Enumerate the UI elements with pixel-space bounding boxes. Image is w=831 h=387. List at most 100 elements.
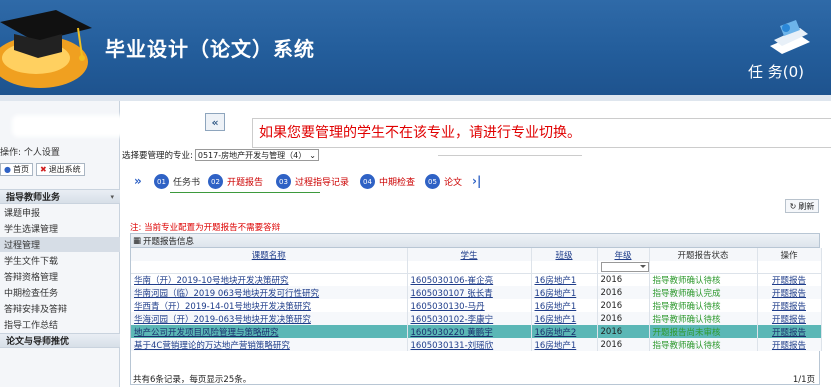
app-title: 毕业设计（论文）系统 [105, 37, 315, 61]
refresh-button[interactable]: ↻ 刷新 [785, 199, 819, 213]
step-number: 01 [154, 174, 169, 189]
home-button[interactable]: ● 首页 [0, 163, 33, 176]
table-row[interactable]: 华海河园（开）2019-063号地块开发决策研究 1605030102-李康宁 16… [131, 312, 822, 325]
proposal-action-link[interactable]: 开题报告 [757, 286, 822, 299]
step-guidance-record[interactable]: 03 过程指导记录 [276, 174, 349, 189]
refresh-label: 刷新 [798, 201, 815, 211]
refresh-icon: ↻ [789, 201, 797, 211]
major-select-value: 0517-房地产开发与管理（4） [197, 150, 307, 160]
sidebar-group-label: 论文与导师推优 [6, 337, 70, 347]
step-number: 03 [276, 174, 291, 189]
grade-filter-select[interactable] [600, 261, 648, 272]
topic-title-link[interactable]: 基于4C营销理论的万达地产营销策略研究 [131, 338, 408, 351]
proposal-action-link[interactable]: 开题报告 [757, 299, 822, 312]
sidebar-item-midterm[interactable]: 中期检查任务 [0, 285, 120, 300]
step-label: 过程指导记录 [295, 178, 350, 188]
logout-button[interactable]: ✖ 退出系统 [35, 163, 85, 176]
class-cell[interactable]: 16房地产1 [531, 312, 598, 325]
home-button-label: 首页 [12, 165, 29, 174]
class-cell[interactable]: 16房地产1 [531, 299, 598, 312]
grade-cell: 2016 [597, 325, 650, 338]
step-label: 任务书 [173, 178, 201, 188]
chevron-down-icon: ▾ [110, 192, 114, 201]
redacted-area [12, 115, 147, 137]
student-link[interactable]: 1605030131-刘瑶欣 [407, 338, 532, 351]
step-thesis[interactable]: 05 论文 [425, 174, 462, 189]
notebook-icon [770, 20, 810, 54]
topic-title-link[interactable]: 华南（开）2019-10号地块开发决策研究 [131, 273, 408, 286]
class-cell[interactable]: 16房地产1 [531, 273, 598, 286]
panel-header: ▦ 开题报告信息 [131, 234, 819, 248]
student-link[interactable]: 1605030102-李康宁 [407, 312, 532, 325]
step-label: 开题报告 [227, 178, 264, 188]
student-link[interactable]: 1605030107 张长青 [407, 286, 532, 299]
page-indicator: 1/1页 [792, 375, 815, 385]
step-label: 中期检查 [379, 178, 416, 188]
sidebar-item-summary[interactable]: 指导工作总结 [0, 317, 120, 332]
column-header-status: 开题报告状态 [649, 248, 758, 261]
proposal-action-link[interactable]: 开题报告 [757, 338, 822, 351]
status-cell: 指导教师确认完成 [649, 286, 758, 299]
table-row[interactable]: 地产公司开发项目风险管理与策略研究 1605030220 黄鹏宇 16房地产2 201… [131, 325, 822, 338]
step-number: 04 [360, 174, 375, 189]
sidebar-item-student-selection[interactable]: 学生选课管理 [0, 221, 120, 236]
panel-footer: 共有6条记录，每页显示25条。 1/1页 [131, 373, 819, 385]
class-cell[interactable]: 16房地产1 [531, 286, 598, 299]
notice-text: 如果您要管理的学生不在该专业，请进行专业切换。 [259, 125, 581, 141]
step-label: 论文 [444, 178, 463, 188]
table-row[interactable]: 华南（开）2019-10号地块开发决策研究 1605030106-崔企亮 16房地产… [131, 273, 822, 286]
step-proposal[interactable]: 02 开题报告 [208, 174, 263, 189]
step-task-book[interactable]: 01 任务书 [154, 174, 200, 189]
class-cell[interactable]: 16房地产1 [531, 338, 598, 351]
status-cell: 指导教师确认待核 [649, 312, 758, 325]
sidebar-item-process[interactable]: 过程管理 [0, 237, 120, 252]
sidebar-group-recommend[interactable]: 论文与导师推优 [0, 333, 120, 348]
proposal-action-link[interactable]: 开题报告 [757, 312, 822, 325]
proposal-action-link[interactable]: 开题报告 [757, 273, 822, 286]
step-underline [170, 192, 320, 193]
panel-title: 开题报告信息 [143, 236, 195, 247]
grade-cell: 2016 [597, 273, 650, 286]
sidebar-item-defense-arrange[interactable]: 答辩安排及答辩 [0, 301, 120, 316]
major-select[interactable]: 0517-房地产开发与管理（4） ⌄ [194, 149, 319, 161]
column-header-class[interactable]: 班级 [531, 248, 598, 261]
sidebar-item-file-download[interactable]: 学生文件下载 [0, 253, 120, 268]
collapse-sidebar-button[interactable]: « [205, 113, 225, 131]
student-link[interactable]: 1605030106-崔企亮 [407, 273, 532, 286]
proposal-action-link[interactable]: 开题报告 [757, 325, 822, 338]
home-icon: ● [4, 165, 11, 174]
class-cell[interactable]: 16房地产2 [531, 325, 598, 338]
table-row[interactable]: 华南河园（临）2019 063号地块开发可行性研究 1605030107 张长青 1… [131, 286, 822, 299]
user-settings-line[interactable]: 操作: 个人设置 [0, 145, 60, 158]
table-body: 华南（开）2019-10号地块开发决策研究 1605030106-崔企亮 16房地产… [131, 273, 822, 351]
steps-start-arrow: » [134, 174, 142, 188]
topic-title-link[interactable]: 地产公司开发项目风险管理与策略研究 [131, 325, 408, 338]
column-header-action: 操作 [757, 248, 822, 261]
student-link[interactable]: 1605030130-马丹 [407, 299, 532, 312]
sidebar-item-defense-eligibility[interactable]: 答辩资格管理 [0, 269, 120, 284]
grade-cell: 2016 [597, 338, 650, 351]
column-header-grade[interactable]: 年级 [597, 248, 650, 261]
graduation-cap-icon [0, 10, 92, 88]
student-link[interactable]: 1605030220 黄鹏宇 [407, 325, 532, 338]
sidebar-item-topic-submit[interactable]: 课题申报 [0, 205, 120, 220]
major-selector-row: 选择要管理的专业: 0517-房地产开发与管理（4） ⌄ [122, 149, 319, 161]
grade-cell: 2016 [597, 286, 650, 299]
status-cell: 开题报告尚未审核 [649, 325, 758, 338]
topic-title-link[interactable]: 华海河园（开）2019-063号地块开发决策研究 [131, 312, 408, 325]
steps-end-arrow: ›| [472, 174, 482, 188]
column-header-title[interactable]: 课题名称 [131, 248, 408, 261]
table-row[interactable]: 华西青（开）2019-14-01号地块开发决策研究 1605030130-马丹 16… [131, 299, 822, 312]
table-row[interactable]: 基于4C营销理论的万达地产营销策略研究 1605030131-刘瑶欣 16房地产1 2… [131, 338, 822, 351]
column-header-student[interactable]: 学生 [407, 248, 532, 261]
task-count-label[interactable]: 任 务(0) [748, 61, 804, 82]
proposal-table: 课题名称 学生 班级 年级 开题报告状态 操作 华南（开）2019-10号地块开… [131, 248, 822, 351]
topic-title-link[interactable]: 华南河园（临）2019 063号地块开发可行性研究 [131, 286, 408, 299]
topic-title-link[interactable]: 华西青（开）2019-14-01号地块开发决策研究 [131, 299, 408, 312]
step-midterm[interactable]: 04 中期检查 [360, 174, 415, 189]
record-count: 共有6条记录，每页显示25条。 [133, 375, 252, 385]
status-cell: 指导教师确认待核 [649, 273, 758, 286]
sidebar-group-teacher[interactable]: 指导教师业务 ▾ [0, 189, 120, 204]
close-icon: ✖ [39, 165, 47, 174]
chevron-down-icon: ⌄ [309, 150, 316, 160]
